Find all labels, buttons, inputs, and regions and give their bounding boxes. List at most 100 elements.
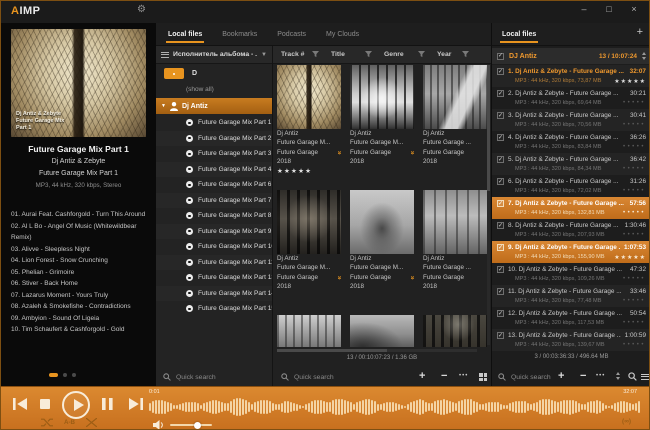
tree-quick-search[interactable]: Quick search <box>163 373 216 381</box>
volume-knob[interactable] <box>194 422 201 429</box>
ab-repeat-button[interactable]: A-B <box>64 419 75 426</box>
tree-artist-group[interactable]: ▼ Dj Antiz <box>156 98 272 114</box>
scrollbar-thumb[interactable] <box>487 65 490 191</box>
stop-button[interactable] <box>40 399 50 409</box>
rating-stars[interactable]: ★★★★★ <box>614 254 646 261</box>
playlist-track-row[interactable]: 4. Dj Antiz & Zebyte - Future Garage ...… <box>492 131 650 153</box>
rating-stars[interactable]: ••••• <box>623 232 646 238</box>
settings-gear-icon[interactable]: ⚙ <box>137 4 146 15</box>
album-tile[interactable]: Dj Antiz Future Garage M... Future Garag… <box>277 65 341 175</box>
rating-stars[interactable]: ★★★★★ <box>277 167 341 175</box>
crossfade-icon[interactable] <box>86 418 97 427</box>
letter-group-button[interactable] <box>164 68 184 79</box>
add-track-button[interactable]: + <box>558 370 564 382</box>
album-art[interactable]: Dj Antiz & Zebyte Future Garage Mix Part… <box>11 29 146 137</box>
cue-item[interactable]: 09. Ambyion - Sound Of Ligeia <box>11 313 151 325</box>
track-checkbox[interactable] <box>497 332 504 339</box>
tree-album-item[interactable]: Future Garage Mix Part 9 <box>156 224 272 240</box>
column-track[interactable]: Track # <box>281 51 331 58</box>
tree-album-item[interactable]: Future Garage Mix Part 15 <box>156 301 272 317</box>
rating-stars[interactable]: ••••• <box>623 276 646 282</box>
filter-funnel-icon[interactable] <box>312 51 319 58</box>
view-mode-grid-icon[interactable] <box>479 373 487 381</box>
column-title[interactable]: Title <box>331 51 384 58</box>
playlist-track-row[interactable]: 10. Dj Antiz & Zebyte - Future Garage ..… <box>492 263 650 285</box>
rating-stars[interactable]: ••••• <box>623 100 646 106</box>
rating-stars[interactable]: ••••• <box>623 298 646 304</box>
playlist-quick-search[interactable]: Quick search <box>498 373 551 381</box>
rating-stars[interactable]: ••••• <box>623 320 646 326</box>
tree-album-item[interactable]: Future Garage Mix Part 14 <box>156 286 272 302</box>
group-checkbox[interactable] <box>497 53 504 60</box>
tree-album-item[interactable]: Future Garage Mix Part 7 <box>156 193 272 209</box>
tree-album-item[interactable]: Future Garage Mix Part 2 <box>156 131 272 147</box>
album-tile-partial[interactable] <box>277 315 341 347</box>
cue-item[interactable]: 10. Tim Schaufert & Cashforgold - Gold <box>11 324 151 336</box>
remove-track-button[interactable]: − <box>580 370 586 382</box>
vertical-scrollbar[interactable] <box>487 65 490 345</box>
waveform[interactable] <box>149 396 641 418</box>
expand-chevron-icon[interactable]: » <box>334 275 341 279</box>
scrollbar-thumb[interactable] <box>277 349 387 352</box>
track-checkbox[interactable] <box>497 222 504 229</box>
tree-album-item[interactable]: Future Garage Mix Part 10 <box>156 239 272 255</box>
sort-icon[interactable] <box>616 372 620 380</box>
album-tile-partial[interactable] <box>423 315 487 347</box>
remove-button[interactable]: − <box>441 370 447 382</box>
track-checkbox[interactable] <box>497 288 504 295</box>
track-checkbox[interactable] <box>497 134 504 141</box>
grid-quick-search[interactable]: Quick search <box>281 373 334 381</box>
tree-album-item[interactable]: Future Garage Mix Part 6 <box>156 177 272 193</box>
tree-album-item[interactable]: Future Garage Mix Part 3 <box>156 146 272 162</box>
playlist-track-row[interactable]: 1. Dj Antiz & Zebyte - Future Garage ...… <box>492 65 650 87</box>
track-checkbox[interactable] <box>497 266 504 273</box>
track-checkbox[interactable] <box>497 244 504 251</box>
cue-item[interactable]: 06. Stiver - Back Home <box>11 278 151 290</box>
rating-stars[interactable]: ••••• <box>623 144 646 150</box>
playlist-track-row[interactable]: 12. Dj Antiz & Zebyte - Future Garage ..… <box>492 307 650 329</box>
playlist-track-row[interactable]: 2. Dj Antiz & Zebyte - Future Garage ...… <box>492 87 650 109</box>
rating-stars[interactable]: ★★★★★ <box>614 78 646 85</box>
more-options-icon[interactable]: ••• <box>596 373 605 379</box>
playlist-track-row[interactable]: 5. Dj Antiz & Zebyte - Future Garage ...… <box>492 153 650 175</box>
playlist-track-row[interactable]: 11. Dj Antiz & Zebyte - Future Garage ..… <box>492 285 650 307</box>
playlist-track-row[interactable]: 3. Dj Antiz & Zebyte - Future Garage ...… <box>492 109 650 131</box>
column-genre[interactable]: Genre <box>384 51 437 58</box>
next-button[interactable] <box>129 398 143 410</box>
tab-bookmarks[interactable]: Bookmarks <box>220 26 259 43</box>
track-checkbox[interactable] <box>497 156 504 163</box>
more-options-icon[interactable]: ••• <box>459 373 468 379</box>
playlist-track-row[interactable]: 8. Dj Antiz & Zebyte - Future Garage ...… <box>492 219 650 241</box>
speaker-icon[interactable] <box>153 420 164 430</box>
playlist-menu-icon[interactable] <box>641 374 650 382</box>
album-tile[interactable]: Dj Antiz Future Garage M... Future Garag… <box>277 190 341 291</box>
minimize-button[interactable]: – <box>579 4 589 14</box>
column-year[interactable]: Year <box>437 51 481 58</box>
track-checkbox[interactable] <box>497 178 504 185</box>
tree-album-item[interactable]: Future Garage Mix Part 8 <box>156 208 272 224</box>
tree-album-item[interactable]: Future Garage Mix Part 11 <box>156 255 272 271</box>
rating-stars[interactable]: ••••• <box>623 342 646 348</box>
shuffle-icon[interactable] <box>41 418 53 427</box>
filter-funnel-icon[interactable] <box>462 51 469 58</box>
play-button[interactable] <box>62 391 90 419</box>
album-tile[interactable]: Dj Antiz Future Garage M... Future Garag… <box>350 190 414 291</box>
tree-album-item[interactable]: Future Garage Mix Part 13 <box>156 270 272 286</box>
album-tile-partial[interactable] <box>350 315 414 347</box>
tab-local-files[interactable]: Local files <box>166 26 204 43</box>
track-checkbox[interactable] <box>497 90 504 97</box>
tree-album-item[interactable]: Future Garage Mix Part 1 <box>156 115 272 131</box>
tree-album-item[interactable]: Future Garage Mix Part 4 <box>156 162 272 178</box>
playlist-group-header[interactable]: DJ Antiz 13 / 10:07:24 <box>492 48 650 64</box>
playlist-tab-local-files[interactable]: Local files <box>500 26 538 43</box>
album-tile[interactable]: Dj Antiz Future Garage M... Future Garag… <box>350 65 414 166</box>
playlist-track-row[interactable]: 6. Dj Antiz & Zebyte - Future Garage ...… <box>492 175 650 197</box>
cue-item[interactable]: 07. Lazarus Moment - Yours Truly <box>11 290 151 302</box>
add-playlist-button[interactable]: + <box>637 26 643 38</box>
track-checkbox[interactable] <box>497 310 504 317</box>
album-tile[interactable]: Dj Antiz Future Garage ... Future Garage… <box>423 190 487 291</box>
track-checkbox[interactable] <box>497 200 504 207</box>
album-tile[interactable]: Dj Antiz Future Garage ... Future Garage… <box>423 65 487 166</box>
pager-dot[interactable] <box>63 373 67 377</box>
cue-item[interactable]: 03. Alivve - Sleepless Night <box>11 244 151 256</box>
